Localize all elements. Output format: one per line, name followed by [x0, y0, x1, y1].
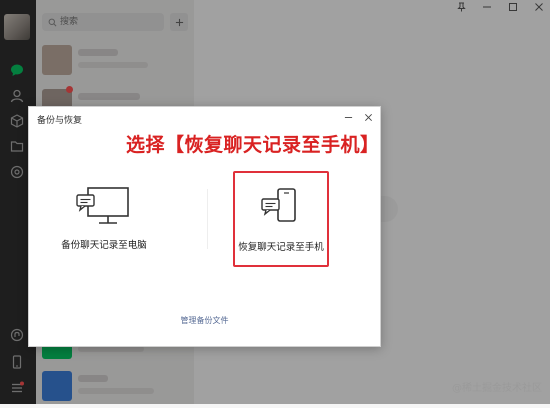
dialog-title: 备份与恢复	[37, 116, 83, 126]
divider	[207, 189, 208, 249]
instruction-annotation: 选择【恢复聊天记录至手机】	[126, 134, 380, 156]
restore-to-phone-label: 恢复聊天记录至手机	[238, 242, 324, 253]
minimize-icon[interactable]	[342, 111, 354, 123]
close-icon[interactable]	[362, 111, 374, 123]
computer-icon	[76, 187, 129, 224]
manage-backup-files-link[interactable]: 管理备份文件	[29, 315, 380, 326]
phone-icon	[261, 188, 296, 222]
restore-to-phone-button[interactable]: 恢复聊天记录至手机	[233, 171, 329, 267]
watermark: @稀土掘金技术社区	[452, 383, 542, 394]
backup-to-pc-label: 备份聊天记录至电脑	[61, 240, 147, 251]
backup-to-pc-button[interactable]: 备份聊天记录至电脑	[56, 171, 152, 263]
